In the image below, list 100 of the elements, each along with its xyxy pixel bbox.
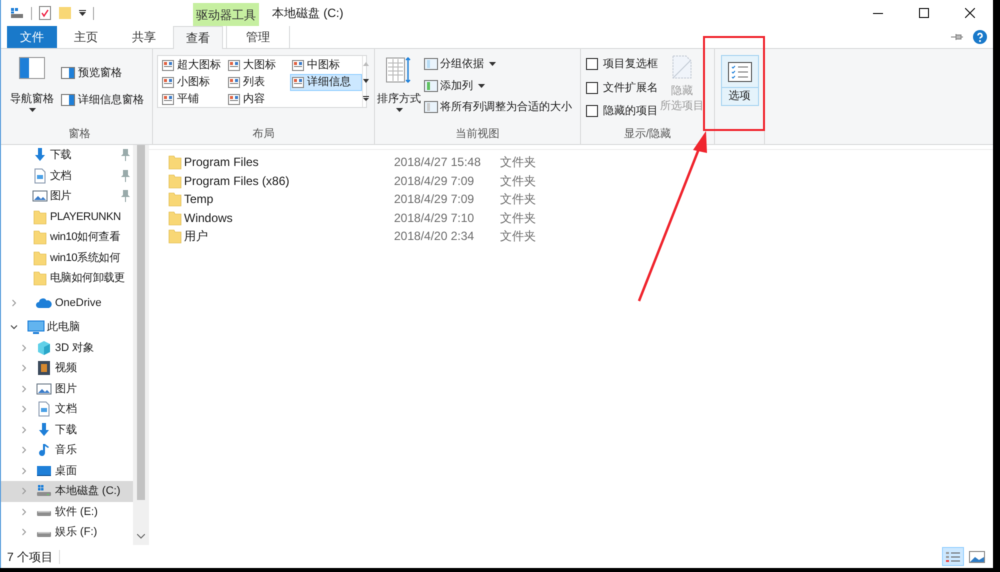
hide-page-icon: [672, 55, 692, 79]
contextual-tab-header: 驱动器工具: [193, 3, 259, 26]
checkbox-box[interactable]: [586, 82, 598, 94]
layout-option[interactable]: 列表: [226, 74, 290, 91]
nav-item[interactable]: 娱乐 (F:): [1, 522, 133, 542]
view-command-button[interactable]: 将所有列调整为合适的大小: [424, 99, 572, 116]
maximize-icon: [919, 8, 929, 18]
ribbon-tab[interactable]: 主页: [62, 26, 110, 48]
checkbox-label: 隐藏的项目: [603, 104, 658, 119]
caret-icon[interactable]: [79, 10, 86, 16]
layout-option[interactable]: 大图标: [226, 57, 290, 74]
file-row[interactable]: 用户 2018/4/20 2:34 文件夹: [149, 227, 993, 246]
nav-item[interactable]: 视频: [1, 358, 133, 378]
folder-icon: [167, 154, 183, 170]
nav-item[interactable]: 桌面: [1, 460, 133, 481]
nav-item[interactable]: 音乐: [1, 440, 133, 460]
layout-option[interactable]: 详细信息: [290, 74, 362, 91]
folder-icon: [32, 250, 48, 266]
pane-button[interactable]: 预览窗格: [61, 65, 144, 82]
file-name: Windows: [184, 210, 234, 227]
chevron-down-icon[interactable]: [10, 323, 18, 332]
file-row[interactable]: Program Files (x86) 2018/4/29 7:09 文件夹: [149, 172, 993, 190]
pin-icon[interactable]: [951, 33, 963, 41]
layout-option[interactable]: 小图标: [160, 74, 226, 91]
ribbon-tab[interactable]: 共享: [120, 26, 168, 48]
download-icon: [32, 147, 48, 164]
checkbox[interactable]: 项目复选框: [586, 56, 658, 72]
checkbox-label: 项目复选框: [603, 57, 658, 72]
modified-date: 2018/4/27 15:48: [394, 154, 482, 172]
checkbox[interactable]: 隐藏的项目: [586, 103, 658, 120]
nav-item[interactable]: OneDrive: [1, 292, 133, 313]
layout-option[interactable]: 平铺: [160, 91, 226, 108]
navigation-pane-button[interactable]: 导航窗格: [7, 55, 57, 126]
view-command-button[interactable]: 添加列: [424, 78, 572, 94]
nav-item[interactable]: 下载: [1, 145, 133, 166]
options-list-icon: [728, 62, 752, 82]
chevron-right-icon[interactable]: [20, 364, 28, 372]
picture-icon: [36, 380, 52, 397]
group-label: 显示/隐藏: [622, 126, 672, 142]
folder-icon: [167, 172, 183, 189]
chevron-right-icon[interactable]: [10, 298, 18, 307]
chevron-right-icon[interactable]: [20, 446, 28, 454]
checkbox-box[interactable]: [586, 58, 598, 70]
chevron-right-icon[interactable]: [20, 466, 28, 475]
caret-icon: [28, 108, 36, 112]
chevron-right-icon[interactable]: [20, 426, 28, 434]
chevron-right-icon[interactable]: [20, 405, 28, 414]
chevron-right-icon[interactable]: [20, 528, 28, 536]
details-view-icon: [946, 550, 960, 562]
ribbon-tab[interactable]: 查看: [173, 26, 223, 49]
expand-gallery-icon[interactable]: [363, 96, 369, 101]
close-icon: [965, 8, 975, 18]
layout-option[interactable]: 超大图标: [160, 57, 226, 74]
nav-item[interactable]: PLAYERUNKN: [1, 206, 133, 227]
nav-item[interactable]: win10系统如何: [1, 248, 133, 268]
file-type: 文件夹: [500, 228, 536, 246]
file-row[interactable]: Windows 2018/4/29 7:10 文件夹: [149, 208, 993, 227]
nav-item[interactable]: 文档: [1, 166, 133, 186]
checkbox[interactable]: 文件扩展名: [586, 80, 658, 96]
chevron-right-icon[interactable]: [20, 384, 28, 393]
modified-date: 2018/4/29 7:10: [394, 210, 476, 227]
drive-icon[interactable]: [10, 7, 24, 19]
folder-icon: [167, 191, 183, 208]
chevron-right-icon[interactable]: [20, 487, 28, 496]
nav-item[interactable]: 此电脑: [1, 317, 133, 338]
nav-item[interactable]: 下载: [1, 420, 133, 440]
properties-icon[interactable]: [39, 6, 51, 20]
chevron-right-icon[interactable]: [20, 344, 28, 352]
scroll-up-icon[interactable]: [363, 62, 369, 66]
scrollbar-thumb[interactable]: [137, 145, 145, 500]
view-icon: [292, 60, 304, 71]
file-name: Program Files: [184, 154, 260, 172]
layout-option[interactable]: 中图标: [290, 57, 362, 74]
nav-item[interactable]: 软件 (E:): [1, 502, 133, 522]
caret-icon: [489, 62, 496, 66]
view-toggle[interactable]: [942, 547, 964, 566]
nav-item[interactable]: 图片: [1, 186, 133, 206]
options-button[interactable]: 选项: [720, 55, 758, 106]
scroll-down-icon[interactable]: [363, 78, 369, 83]
nav-item[interactable]: 文档: [1, 399, 133, 420]
pane-button[interactable]: 详细信息窗格: [61, 92, 144, 108]
sort-by-button[interactable]: 排序方式: [377, 55, 421, 126]
scrollbar[interactable]: [133, 145, 149, 545]
download-icon: [36, 422, 52, 438]
file-row[interactable]: Temp 2018/4/29 7:09 文件夹: [149, 190, 993, 208]
nav-item[interactable]: win10如何查看: [1, 227, 133, 248]
nav-item[interactable]: 3D 对象: [1, 338, 133, 358]
nav-item[interactable]: 图片: [1, 378, 133, 399]
folder-icon: [32, 208, 48, 225]
nav-item[interactable]: 本地磁盘 (C:): [1, 481, 133, 502]
layout-option[interactable]: 内容: [226, 91, 290, 108]
view-command-button[interactable]: 分组依据: [424, 56, 572, 72]
help-icon[interactable]: [973, 30, 987, 44]
checkbox-box[interactable]: [586, 105, 598, 118]
file-type: 文件夹: [500, 210, 536, 227]
document-icon: [36, 401, 52, 418]
chevron-right-icon[interactable]: [20, 508, 28, 516]
file-row[interactable]: Program Files 2018/4/27 15:48 文件夹: [149, 153, 993, 172]
ribbon-tab[interactable]: 文件: [7, 26, 57, 48]
nav-item[interactable]: 电脑如何卸载更: [1, 268, 133, 288]
